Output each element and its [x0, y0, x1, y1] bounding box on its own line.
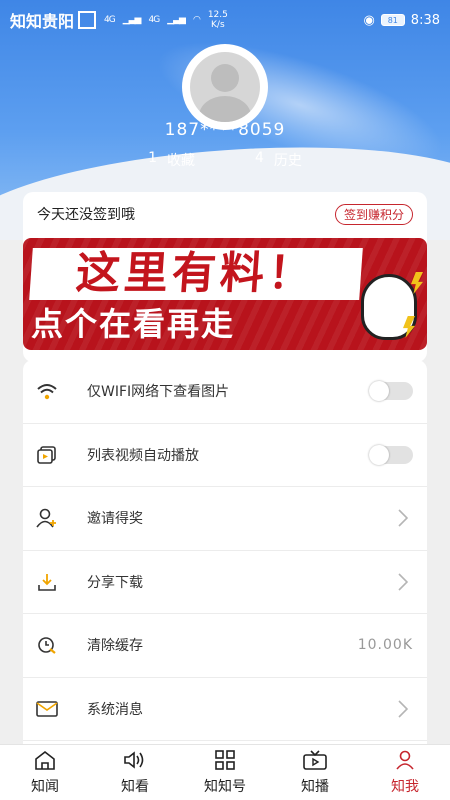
bottom-tab-bar: 知闻 知看 知知号 知播 知我 [0, 744, 450, 800]
banner-line2: 点个在看再走 [31, 305, 236, 343]
tab-broadcast[interactable]: 知播 [270, 745, 360, 800]
tab-label: 知闻 [31, 778, 59, 795]
user-icon [395, 750, 415, 774]
qr-icon [78, 11, 97, 29]
speaker-icon [123, 750, 147, 774]
add-user-icon [35, 506, 59, 530]
tab-label: 知播 [301, 778, 329, 795]
history-label: 历史 [273, 153, 302, 169]
tab-label: 知我 [391, 778, 419, 795]
menu-label: 邀请得奖 [87, 511, 143, 528]
speed-value: 12.5 [207, 10, 228, 20]
tab-accounts[interactable]: 知知号 [180, 745, 270, 800]
wifi-status-icon: ◠ [192, 15, 201, 25]
signal-indicator: 4G [104, 15, 116, 25]
favorites-count: 1 [148, 150, 157, 166]
sign-in-status: 今天还没签到哦 [37, 207, 135, 223]
menu-item-wifi-only[interactable]: 仅WIFI网络下查看图片 [23, 360, 427, 424]
signal-indicator-2: 4G [148, 15, 160, 25]
tab-me[interactable]: 知我 [360, 745, 450, 800]
favorites-label: 收藏 [167, 153, 195, 169]
menu-label: 系统消息 [87, 701, 143, 718]
tab-label: 知看 [121, 778, 149, 795]
status-bar: 知知贵阳 4G ▁▃▅ 4G ▁▃▅ ◠ 12.5 K/s ◉ 81 8:38 [0, 0, 450, 40]
home-icon [34, 750, 56, 774]
settings-menu: 仅WIFI网络下查看图片 列表视频自动播放 邀请得奖 分享下载 清除缓存 10.… [23, 360, 427, 744]
promo-banner[interactable]: 这里有料！ 点个在看再走 [23, 238, 427, 350]
wifi-icon [35, 379, 59, 403]
autoplay-toggle[interactable] [369, 444, 413, 465]
mail-icon [35, 697, 59, 721]
app-name: 知知贵阳 [10, 12, 75, 31]
tab-label: 知知号 [204, 778, 246, 795]
avatar[interactable] [182, 44, 268, 130]
profile-stats: 1 收藏 4 历史 [0, 150, 450, 170]
menu-item-clear-cache[interactable]: 清除缓存 10.00K [23, 614, 427, 678]
chevron-right-icon [393, 699, 413, 719]
clock-clear-icon [35, 633, 59, 657]
chevron-right-icon [393, 508, 413, 528]
phone-number: 187****8059 [164, 120, 286, 140]
tab-news[interactable]: 知闻 [0, 745, 90, 800]
menu-label: 分享下载 [87, 574, 143, 591]
menu-item-share-download[interactable]: 分享下载 [23, 551, 427, 614]
speed-unit: K/s [211, 20, 225, 30]
signal-bars-icon-2: ▁▃▅ [167, 15, 186, 25]
chevron-right-icon [393, 572, 413, 592]
banner-line1: 这里有料！ [29, 248, 363, 300]
eye-icon: ◉ [363, 12, 375, 28]
history-stat[interactable]: 4 历史 [255, 150, 302, 170]
battery-icon: 81 [380, 14, 405, 26]
wifi-only-toggle[interactable] [369, 381, 413, 402]
default-avatar-icon [190, 52, 260, 122]
favorites-stat[interactable]: 1 收藏 [148, 150, 195, 170]
menu-label: 仅WIFI网络下查看图片 [87, 384, 230, 401]
menu-item-system-messages[interactable]: 系统消息 [23, 678, 427, 741]
sign-in-button[interactable]: 签到赚积分 [334, 203, 413, 225]
menu-item-invite[interactable]: 邀请得奖 [23, 487, 427, 551]
menu-item-autoplay[interactable]: 列表视频自动播放 [23, 424, 427, 487]
sign-in-card: 今天还没签到哦 签到赚积分 这里有料！ 点个在看再走 [23, 192, 427, 362]
cache-size: 10.00K [357, 637, 413, 654]
clock: 8:38 [410, 12, 440, 28]
menu-label: 列表视频自动播放 [87, 447, 199, 464]
history-count: 4 [255, 150, 264, 166]
grid-icon [215, 749, 235, 774]
menu-label: 清除缓存 [87, 638, 143, 655]
tv-icon [303, 749, 327, 774]
network-speed: 12.5 K/s [208, 10, 228, 30]
tab-watch[interactable]: 知看 [90, 745, 180, 800]
video-play-icon [35, 443, 59, 467]
signal-bars-icon: ▁▃▅ [122, 15, 142, 25]
download-icon [35, 570, 59, 594]
